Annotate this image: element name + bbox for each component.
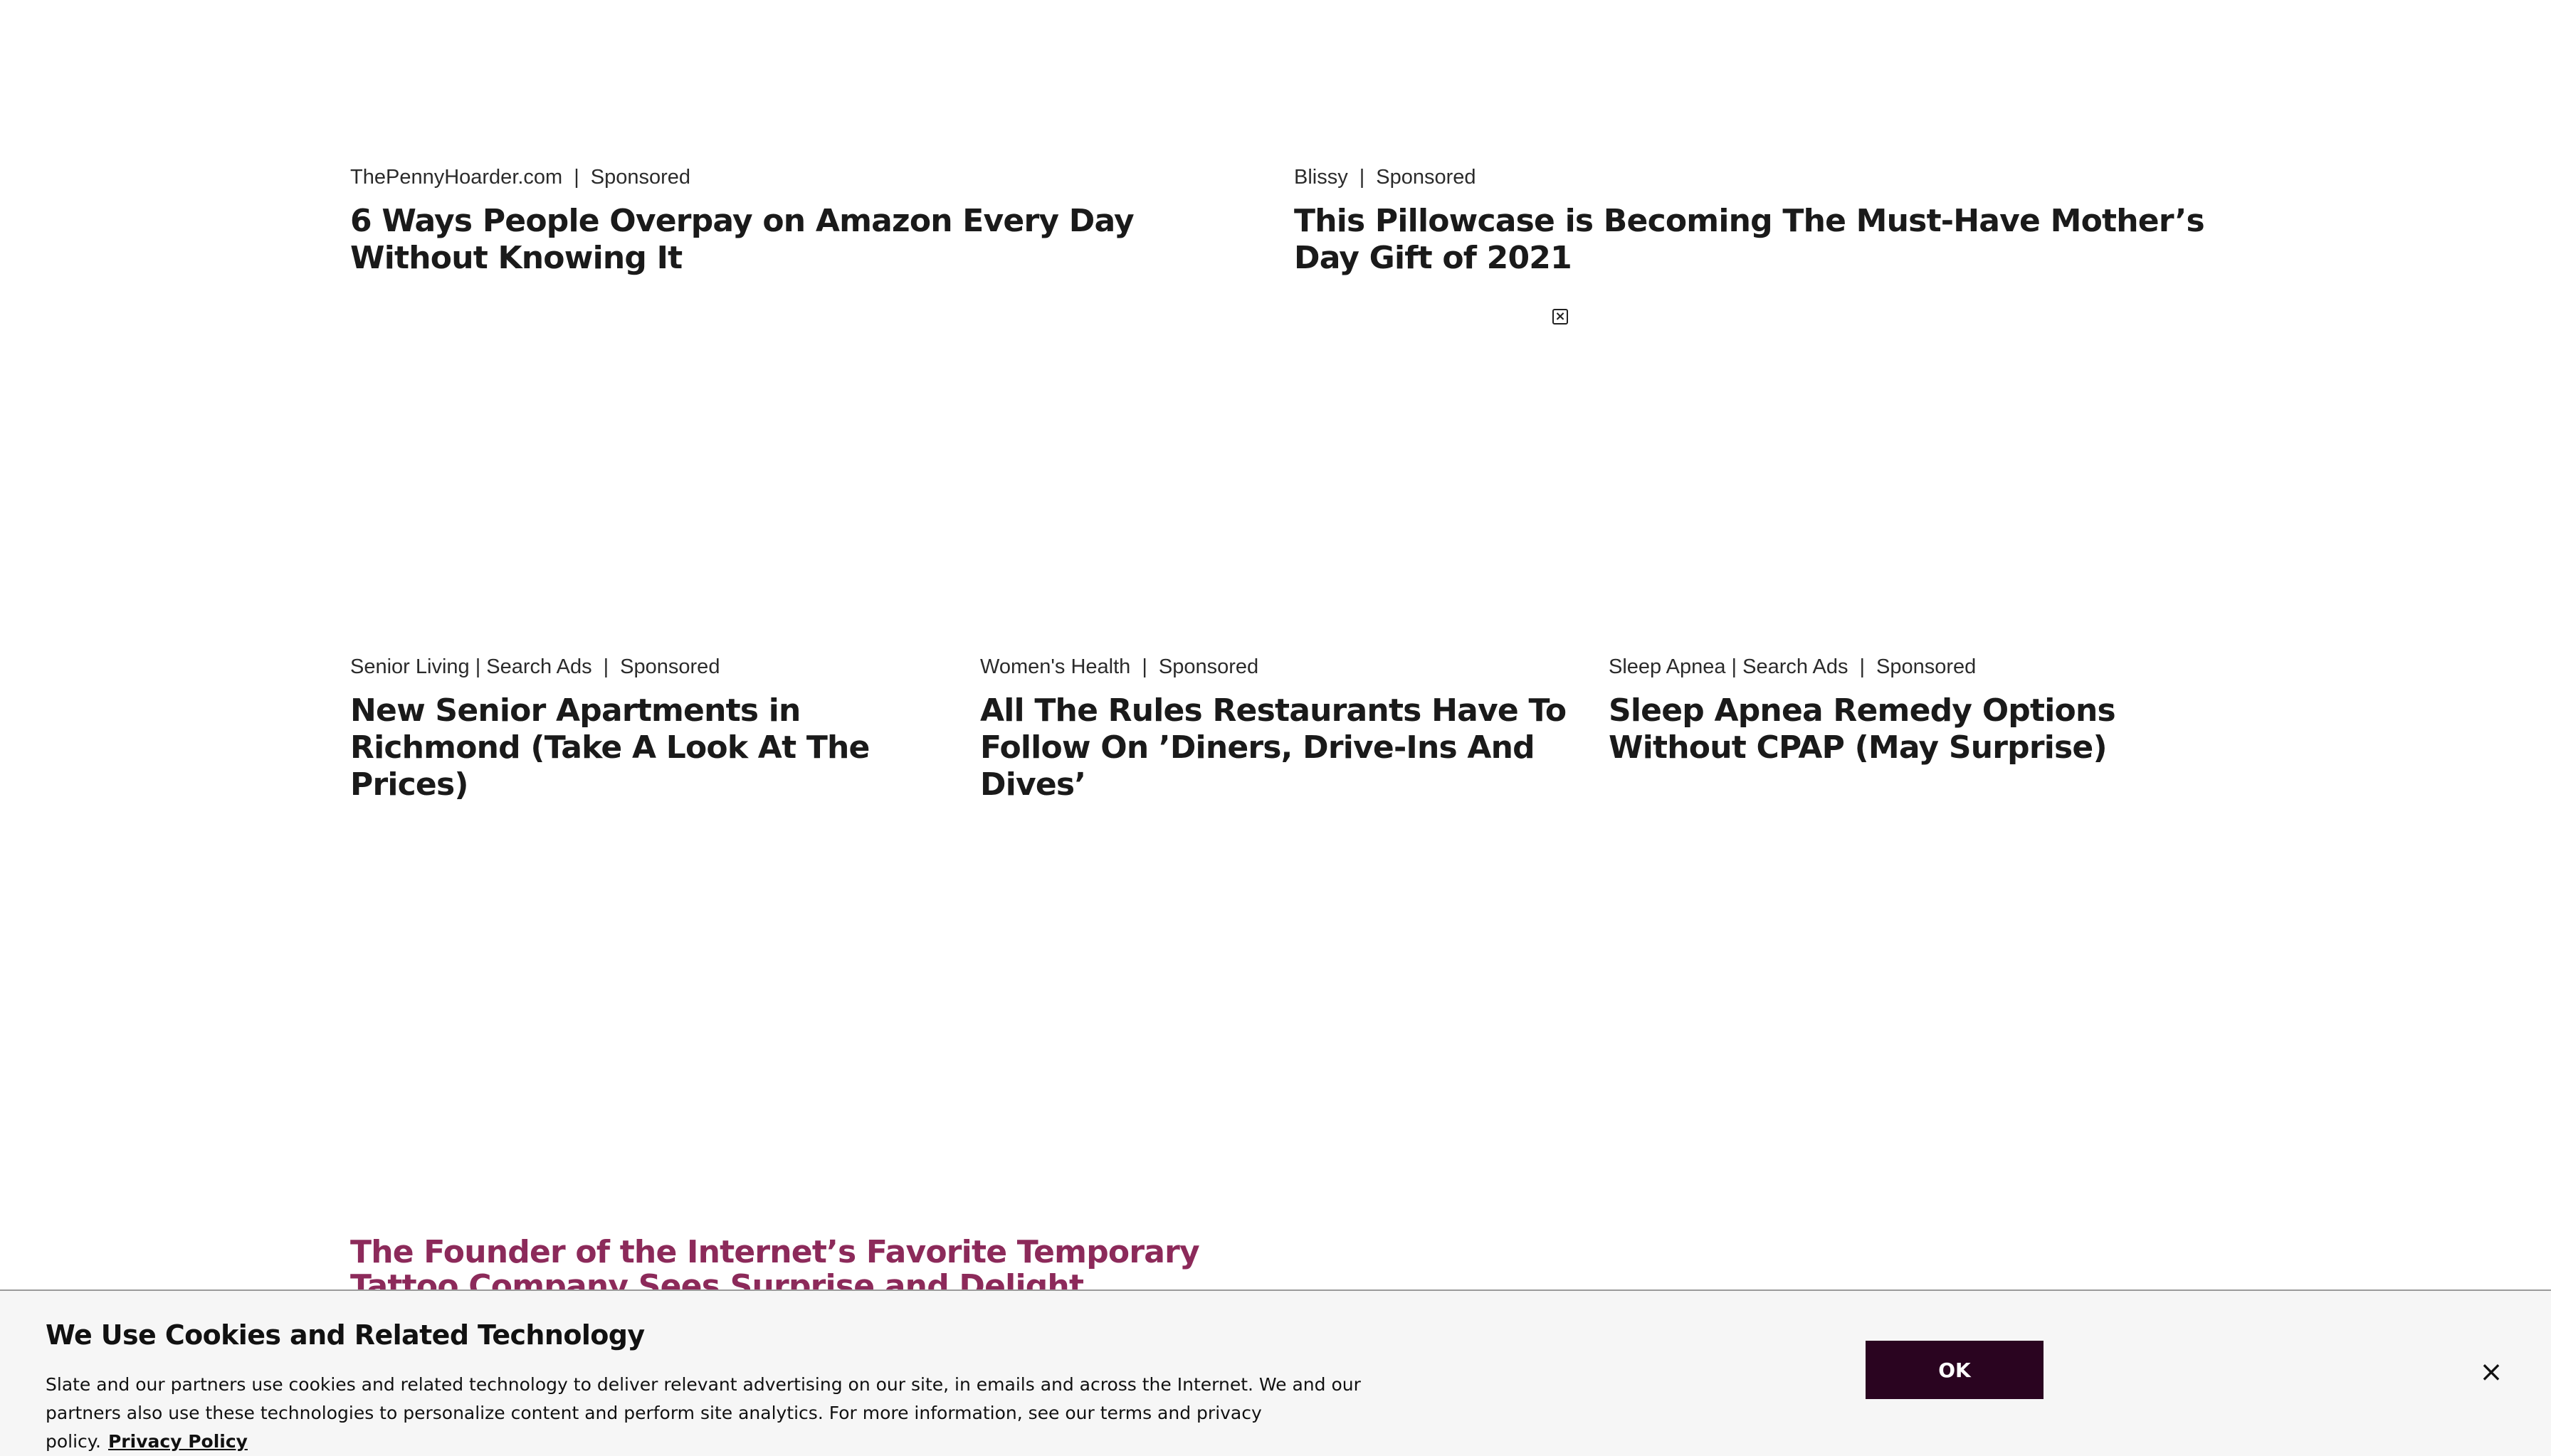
close-icon[interactable]: × bbox=[2477, 1358, 2505, 1388]
cookie-banner: We Use Cookies and Related Technology Sl… bbox=[0, 1289, 2551, 1456]
card-source: Sleep Apnea | Search Ads bbox=[1609, 655, 1848, 678]
card-meta: Women's Health | Sponsored bbox=[980, 655, 1585, 680]
meta-separator: | bbox=[574, 166, 579, 189]
card-source: ThePennyHoarder.com bbox=[350, 166, 563, 189]
ok-button[interactable]: OK bbox=[1866, 1341, 2044, 1399]
card-headline[interactable]: All The Rules Restaurants Have To Follow… bbox=[980, 692, 1585, 803]
sponsored-card[interactable]: Sleep Apnea | Search Ads | Sponsored Sleep… bbox=[1609, 655, 2214, 766]
sponsored-card[interactable]: Women's Health | Sponsored All The Rules R… bbox=[980, 655, 1585, 803]
card-meta: ThePennyHoarder.com | Sponsored bbox=[350, 165, 1254, 190]
card-source: Senior Living | Search Ads bbox=[350, 655, 592, 678]
card-meta: Senior Living | Search Ads | Sponsored bbox=[350, 655, 955, 680]
sponsored-card[interactable]: ThePennyHoarder.com | Sponsored 6 Ways Peo… bbox=[350, 165, 1254, 277]
card-headline[interactable]: Sleep Apnea Remedy Options Without CPAP … bbox=[1609, 692, 2214, 766]
page: ThePennyHoarder.com | Sponsored 6 Ways Peo… bbox=[0, 0, 2551, 1456]
card-headline[interactable]: New Senior Apartments in Richmond (Take … bbox=[350, 692, 955, 803]
card-sponsored-label: Sponsored bbox=[1876, 655, 1977, 678]
card-sponsored-label: Sponsored bbox=[1376, 166, 1476, 189]
meta-separator: | bbox=[1359, 166, 1365, 189]
meta-separator: | bbox=[1859, 655, 1865, 678]
meta-separator: | bbox=[603, 655, 609, 678]
card-meta: Blissy | Sponsored bbox=[1294, 165, 2205, 190]
meta-separator: | bbox=[1142, 655, 1147, 678]
sponsored-card[interactable]: Blissy | Sponsored This Pillowcase is Beco… bbox=[1294, 165, 2205, 277]
card-sponsored-label: Sponsored bbox=[620, 655, 720, 678]
card-headline[interactable]: 6 Ways People Overpay on Amazon Every Da… bbox=[350, 203, 1254, 277]
card-source: Blissy bbox=[1294, 166, 1348, 189]
card-sponsored-label: Sponsored bbox=[590, 166, 691, 189]
cookie-banner-title: We Use Cookies and Related Technology bbox=[46, 1319, 645, 1351]
privacy-policy-link[interactable]: Privacy Policy bbox=[108, 1431, 248, 1452]
close-box-icon[interactable]: × bbox=[1552, 309, 1568, 325]
card-headline[interactable]: This Pillowcase is Becoming The Must-Hav… bbox=[1294, 203, 2205, 277]
sponsored-card[interactable]: Senior Living | Search Ads | Sponsored New… bbox=[350, 655, 955, 803]
cookie-banner-text: Slate and our partners use cookies and r… bbox=[46, 1371, 1398, 1456]
card-source: Women's Health bbox=[980, 655, 1131, 678]
card-meta: Sleep Apnea | Search Ads | Sponsored bbox=[1609, 655, 2214, 680]
card-sponsored-label: Sponsored bbox=[1158, 655, 1259, 678]
